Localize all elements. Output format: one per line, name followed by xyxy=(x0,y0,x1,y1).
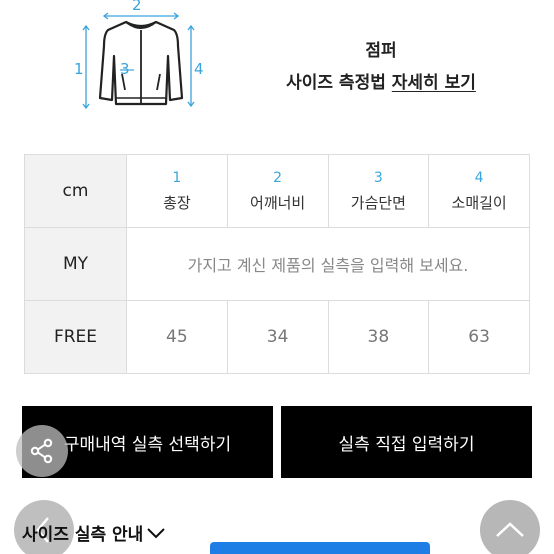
size-value: 34 xyxy=(226,300,329,374)
enter-directly-button[interactable]: 실측 직접 입력하기 xyxy=(281,406,532,478)
unit-label: cm xyxy=(24,154,127,228)
my-size-label: MY xyxy=(24,227,127,301)
size-value: 63 xyxy=(428,300,530,374)
size-guide-toggle[interactable]: 사이즈 실측 안내 xyxy=(22,520,167,545)
share-icon xyxy=(30,438,53,464)
my-size-row[interactable]: MY 가지고 계신 제품의 실측을 입력해 보세요. xyxy=(24,227,530,301)
size-value: 38 xyxy=(327,300,430,374)
size-table: cm 1 총장 2 어깨너비 3 가슴단면 4 소매길이 MY 가지고 계신 제… xyxy=(24,154,530,374)
column-header: 2 어깨너비 xyxy=(226,154,329,228)
jumper-jacket-icon xyxy=(82,12,195,110)
dim-label-length: 1 xyxy=(74,60,84,78)
measure-guide: 사이즈 측정법 자세히 보기 xyxy=(270,68,492,93)
size-label: FREE xyxy=(24,300,127,374)
column-number: 4 xyxy=(474,170,484,186)
column-header: 3 가슴단면 xyxy=(327,154,430,228)
dim-label-shoulder: 2 xyxy=(132,0,142,14)
primary-action-button[interactable] xyxy=(210,542,430,554)
column-number: 2 xyxy=(273,170,283,186)
column-name: 총장 xyxy=(163,194,191,212)
share-button[interactable] xyxy=(16,425,68,477)
jacket-diagram: 1 2 3 4 xyxy=(66,0,216,118)
column-number: 3 xyxy=(373,170,383,186)
table-row: FREE 45 34 38 63 xyxy=(24,300,530,374)
size-guide-label: 사이즈 실측 안내 xyxy=(22,525,144,545)
my-size-input-prompt[interactable]: 가지고 계신 제품의 실측을 입력해 보세요. xyxy=(126,227,530,301)
dim-label-sleeve: 4 xyxy=(194,60,204,78)
column-number: 1 xyxy=(172,170,182,186)
chevron-down-icon xyxy=(147,527,166,538)
product-type-title: 점퍼 xyxy=(365,41,397,61)
table-header-row: cm 1 총장 2 어깨너비 3 가슴단면 4 소매길이 xyxy=(24,154,530,228)
size-value: 45 xyxy=(126,300,228,374)
column-header: 1 총장 xyxy=(126,154,228,228)
column-name: 가슴단면 xyxy=(350,194,406,212)
measure-guide-detail-link[interactable]: 자세히 보기 xyxy=(392,73,476,93)
column-name: 어깨너비 xyxy=(250,194,306,212)
dim-label-chest: 3 xyxy=(120,60,130,78)
column-header: 4 소매길이 xyxy=(428,154,530,228)
column-name: 소매길이 xyxy=(451,194,507,212)
measure-guide-label: 사이즈 측정법 xyxy=(286,73,386,93)
chevron-up-icon xyxy=(496,522,524,537)
scroll-top-button[interactable] xyxy=(480,500,540,554)
